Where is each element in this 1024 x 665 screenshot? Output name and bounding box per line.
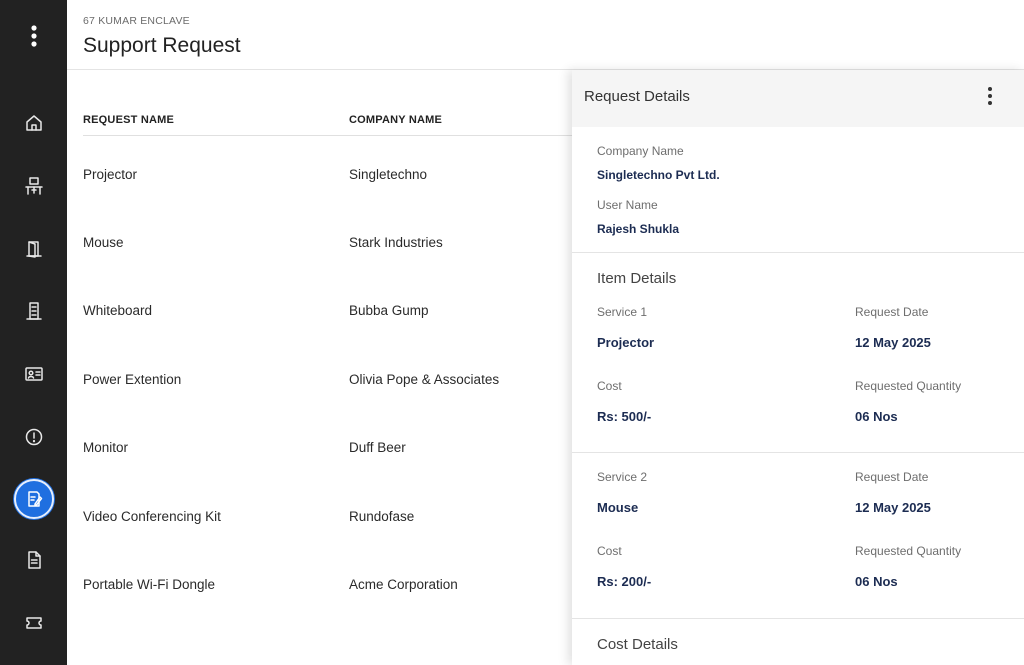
company-name-cell: Bubba Gump xyxy=(349,303,429,318)
table-row[interactable]: Portable Wi-Fi Dongle Acme Corporation xyxy=(83,577,573,645)
vertical-dots-icon xyxy=(988,87,992,105)
table-row[interactable]: Video Conferencing Kit Rundofase xyxy=(83,509,573,577)
page-header: 67 KUMAR ENCLAVE Support Request xyxy=(67,0,1024,70)
service-label: Service 1 xyxy=(597,305,648,319)
user-name-value: Rajesh Shukla xyxy=(597,222,680,236)
cost-details-heading: Cost Details xyxy=(597,636,678,653)
request-name-cell: Portable Wi-Fi Dongle xyxy=(83,577,216,592)
service-label: Service 2 xyxy=(597,470,648,484)
id-card-icon xyxy=(24,367,43,381)
table-row[interactable]: Whiteboard Bubba Gump xyxy=(83,303,573,371)
column-header-company-name[interactable]: COMPANY NAME xyxy=(349,114,442,126)
ticket-icon xyxy=(25,617,42,629)
more-options-button[interactable] xyxy=(982,84,998,108)
active-indicator xyxy=(13,479,54,519)
company-name-label: Company Name xyxy=(597,144,684,158)
company-name-cell: Duff Beer xyxy=(349,440,406,455)
user-name-label: User Name xyxy=(597,198,658,212)
table-row[interactable]: Monitor Duff Beer xyxy=(83,440,573,508)
divider xyxy=(572,618,1024,619)
sidebar-item-rooms[interactable] xyxy=(0,229,67,269)
service-value: Projector xyxy=(597,335,655,350)
table-row[interactable]: Power Extention Olivia Pope & Associates xyxy=(83,372,573,440)
document-icon xyxy=(27,551,41,569)
company-name-cell: Acme Corporation xyxy=(349,577,458,592)
alert-icon xyxy=(25,428,42,446)
request-name-cell: Power Extention xyxy=(83,372,182,387)
page-title: Support Request xyxy=(83,34,241,57)
panel-header: Request Details xyxy=(572,70,1024,127)
company-name-cell: Singletechno xyxy=(349,167,428,182)
service-value: Mouse xyxy=(597,500,639,515)
cost-label: Cost xyxy=(597,379,622,393)
requested-quantity-label: Requested Quantity xyxy=(855,379,962,393)
request-date-value: 12 May 2025 xyxy=(855,335,931,350)
request-name-cell: Video Conferencing Kit xyxy=(83,509,221,524)
table-row[interactable]: Projector Singletechno xyxy=(83,167,573,235)
company-name-cell: Rundofase xyxy=(349,509,415,524)
divider xyxy=(572,452,1024,453)
request-details-panel: Request Details Company Name Singletechn… xyxy=(572,70,1024,665)
requested-quantity-value: 06 Nos xyxy=(855,409,898,424)
cost-value: Rs: 500/- xyxy=(597,409,652,424)
divider xyxy=(572,252,1024,253)
door-icon xyxy=(25,241,42,258)
sidebar-item-support-request[interactable] xyxy=(0,479,67,519)
breadcrumb[interactable]: 67 KUMAR ENCLAVE xyxy=(83,15,190,27)
requested-quantity-value: 06 Nos xyxy=(855,574,898,589)
table-header: REQUEST NAME COMPANY NAME xyxy=(83,114,573,136)
request-date-value: 12 May 2025 xyxy=(855,500,931,515)
edit-note-icon xyxy=(27,491,42,507)
company-name-value: Singletechno Pvt Ltd. xyxy=(597,168,720,182)
desk-icon xyxy=(24,177,43,195)
company-name-cell: Stark Industries xyxy=(349,235,443,250)
building-icon xyxy=(25,302,42,320)
request-name-cell: Whiteboard xyxy=(83,303,153,318)
sidebar-item-alerts[interactable] xyxy=(0,417,67,457)
sidebar-item-building[interactable] xyxy=(0,291,67,331)
request-name-cell: Projector xyxy=(83,167,138,182)
panel-title: Request Details xyxy=(584,88,690,105)
home-icon xyxy=(25,115,42,131)
request-date-label: Request Date xyxy=(855,470,929,484)
sidebar-item-tickets[interactable] xyxy=(0,603,67,643)
company-name-cell: Olivia Pope & Associates xyxy=(349,372,500,387)
cost-label: Cost xyxy=(597,544,622,558)
cost-value: Rs: 200/- xyxy=(597,574,652,589)
sidebar-item-home[interactable] xyxy=(0,103,67,143)
sidebar-item-workstation[interactable] xyxy=(0,166,67,206)
request-date-label: Request Date xyxy=(855,305,929,319)
vertical-dots-icon xyxy=(30,25,37,47)
item-details-heading: Item Details xyxy=(597,270,677,287)
sidebar-item-documents[interactable] xyxy=(0,540,67,580)
column-header-request-name[interactable]: REQUEST NAME xyxy=(83,114,174,126)
request-name-cell: Mouse xyxy=(83,235,124,250)
menu-button[interactable] xyxy=(0,16,67,56)
sidebar xyxy=(0,0,67,665)
sidebar-item-id-card[interactable] xyxy=(0,354,67,394)
requested-quantity-label: Requested Quantity xyxy=(855,544,962,558)
table-row[interactable]: Mouse Stark Industries xyxy=(83,235,573,303)
request-name-cell: Monitor xyxy=(83,440,129,455)
